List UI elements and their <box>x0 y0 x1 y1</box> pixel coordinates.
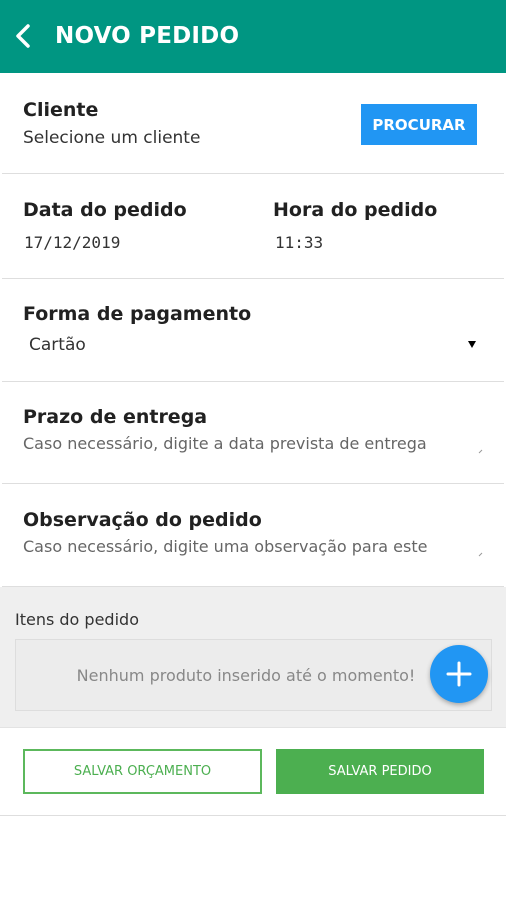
payment-label: Forma de pagamento <box>23 303 252 325</box>
client-section: Cliente Selecione um cliente PROCURAR <box>2 73 504 174</box>
delivery-label: Prazo de entrega <box>23 406 208 428</box>
client-label: Cliente <box>23 99 99 121</box>
chevron-left-icon <box>16 24 30 48</box>
empty-items-message: Nenhum produto inserido até o momento! <box>76 666 416 685</box>
date-time-section: Data do pedido 17/12/2019 Hora do pedido… <box>2 174 504 279</box>
order-time-label: Hora do pedido <box>273 199 438 221</box>
dropdown-arrow-icon <box>468 341 476 348</box>
order-items-list: Nenhum produto inserido até o momento! <box>15 639 492 711</box>
page-title: NOVO PEDIDO <box>55 23 240 49</box>
resize-handle-icon <box>478 449 483 454</box>
payment-selected-value: Cartão <box>29 335 86 355</box>
delivery-section: Prazo de entrega Caso necessário, digite… <box>2 382 504 484</box>
order-items-section: Itens do pedido Nenhum produto inserido … <box>0 587 506 727</box>
back-button[interactable] <box>10 20 40 52</box>
save-order-button[interactable]: SALVAR PEDIDO <box>276 749 484 794</box>
notes-input[interactable]: Caso necessário, digite uma observação p… <box>23 537 427 556</box>
action-bar: SALVAR ORÇAMENTO SALVAR PEDIDO <box>0 727 506 816</box>
client-value: Selecione um cliente <box>23 128 201 148</box>
order-date-label: Data do pedido <box>23 199 187 221</box>
search-client-button[interactable]: PROCURAR <box>361 104 477 145</box>
payment-select[interactable]: Cartão <box>22 331 484 361</box>
order-time-field[interactable]: 11:33 <box>275 233 323 252</box>
notes-section: Observação do pedido Caso necessário, di… <box>2 484 504 587</box>
order-date-field[interactable]: 17/12/2019 <box>24 233 120 252</box>
app-bar: NOVO PEDIDO <box>0 0 506 73</box>
resize-handle-icon <box>478 552 483 557</box>
plus-icon <box>446 661 472 687</box>
order-items-title: Itens do pedido <box>15 610 139 629</box>
save-quote-button[interactable]: SALVAR ORÇAMENTO <box>23 749 262 794</box>
delivery-date-input[interactable]: Caso necessário, digite a data prevista … <box>23 434 427 453</box>
notes-label: Observação do pedido <box>23 509 262 531</box>
payment-section: Forma de pagamento Cartão <box>2 279 504 382</box>
add-item-button[interactable] <box>430 645 488 703</box>
